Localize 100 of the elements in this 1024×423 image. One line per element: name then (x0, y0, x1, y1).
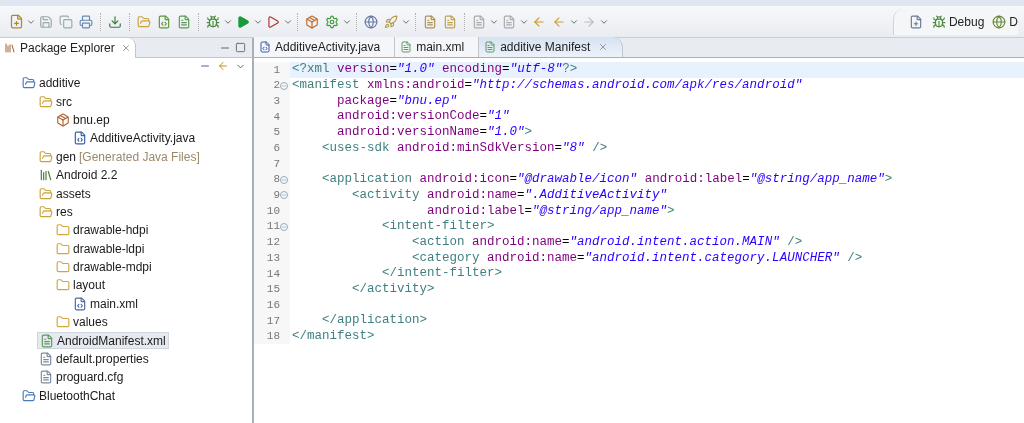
tree-item-decoration: [Generated Java Files] (79, 148, 200, 166)
perspective-button[interactable]: Debug (931, 12, 985, 31)
tree-item-label: values (73, 314, 108, 332)
tree-item-label: AndroidManifest.xml (57, 332, 166, 350)
tree-item[interactable]: AndroidManifest.xml (37, 332, 169, 350)
tree-item[interactable]: res (37, 203, 75, 221)
code-line: <application android:icon="@drawable/icon" android:label="@string/app_name"> (321, 172, 893, 188)
folder-icon (56, 260, 70, 275)
tree-item-label: drawable-hdpi (73, 222, 149, 240)
tree-item-label: src (56, 93, 72, 111)
tree-item[interactable]: layout (54, 277, 108, 294)
code-line: </activity> (351, 281, 435, 297)
tree-item[interactable]: BluetoothChat (20, 387, 118, 405)
tree-item-label: additive (39, 75, 81, 93)
code-line: android:versionName="1.0"> (336, 125, 533, 141)
editor-tab[interactable]: additive Manifest (479, 37, 624, 57)
tree-item[interactable]: bnu.ep (54, 111, 112, 129)
tree-item-label: AdditiveActivity.java (90, 130, 196, 148)
folder-icon (56, 315, 70, 330)
tree-item-label: proguard.cfg (56, 369, 124, 387)
line-number: 12 (266, 235, 280, 251)
tree-item-label: layout (73, 277, 106, 295)
line-number: 6 (273, 141, 280, 157)
code-line: </manifest> (291, 329, 375, 345)
view-tab-label: Package Explorer (20, 39, 115, 57)
code-line: <action android:name="android.intent.action.MAIN" /> (411, 234, 803, 250)
line-number: 8 (273, 172, 280, 188)
line-number: 17 (266, 313, 280, 329)
folder-icon (39, 149, 53, 164)
folder-icon (56, 223, 70, 238)
tree-item-label: gen (56, 148, 77, 166)
code-line: <category android:name="android.intent.category.LAUNCHER" /> (411, 250, 863, 266)
tree-item-label: main.xml (90, 295, 138, 313)
line-number: 2 (273, 78, 280, 94)
folder-icon (39, 186, 53, 201)
globe-icon (992, 14, 1007, 29)
line-number: 14 (266, 266, 280, 282)
code-line: <?xml version="1.0" encoding="utf-8"?> (291, 62, 578, 78)
tree-item[interactable]: default.properties (37, 350, 151, 368)
tree-item[interactable]: drawable-mdpi (54, 258, 154, 276)
code-line: <activity android:name=".AdditiveActivity" (351, 187, 668, 203)
file-icon (484, 41, 497, 53)
code-line: </intent-filter> (381, 266, 503, 282)
code-line: <uses-sdk android:minSdkVersion="8" /> (321, 140, 608, 156)
code-line: android:label="@string/app_name"> (426, 203, 675, 219)
code-line: </application> (321, 313, 428, 329)
tree-item-label: BluetoothChat (39, 387, 116, 405)
editor-tab-label: main.xml (416, 39, 465, 56)
file-icon (39, 352, 53, 367)
tree-item[interactable]: assets (37, 185, 93, 203)
line-number: 9 (273, 188, 280, 204)
line-number: 5 (273, 125, 280, 141)
code-line: <intent-filter> (381, 219, 495, 235)
maximize-icon[interactable] (235, 42, 246, 53)
code-line: <manifest xmlns:android="http://schemas.android.com/apk/res/android" (291, 78, 803, 94)
tree-item[interactable]: values (54, 313, 110, 331)
editor-tab[interactable]: AdditiveActivity.java (254, 37, 396, 57)
view-tab[interactable]: Package Explorer (0, 37, 136, 58)
line-number: 15 (266, 282, 280, 298)
file-icon (39, 370, 53, 385)
perspective-button[interactable]: D (992, 12, 1018, 31)
tree-item[interactable]: drawable-ldpi (54, 240, 147, 258)
tree-item-label: default.properties (56, 351, 149, 369)
file-icon (40, 333, 54, 348)
tree-item[interactable]: additive (20, 74, 83, 92)
line-number: 10 (266, 203, 280, 219)
package-icon (56, 112, 70, 127)
line-number: 1 (273, 62, 280, 78)
xml-file-icon (73, 296, 87, 311)
line-number: 11 (266, 219, 280, 235)
tree-item-label: drawable-mdpi (73, 259, 152, 277)
project-folder-icon (22, 388, 36, 403)
code-line: android:versionCode="1" (336, 109, 510, 125)
line-number: 4 (273, 109, 280, 125)
line-number: 3 (273, 93, 280, 109)
tree-item-label: drawable-ldpi (73, 240, 145, 258)
tree-item-label: res (56, 203, 73, 221)
tree-item[interactable]: src (37, 93, 74, 111)
tree-item-label: Android 2.2 (56, 167, 118, 185)
line-number: 16 (266, 297, 280, 313)
tree-item[interactable]: gen [Generated Java Files] (37, 148, 202, 166)
folder-icon (56, 278, 70, 293)
folder-icon (39, 204, 53, 219)
library-icon (39, 168, 53, 183)
folder-icon (39, 94, 53, 109)
java-file-icon (259, 41, 271, 53)
project-folder-icon (22, 76, 36, 91)
code-line: package="bnu.ep" (336, 93, 458, 109)
close-icon[interactable] (598, 42, 609, 52)
tree-item-label: assets (56, 185, 91, 203)
line-number: 18 (266, 329, 280, 345)
tree-item[interactable]: Android 2.2 (37, 166, 120, 184)
tree-item[interactable]: drawable-hdpi (54, 221, 151, 239)
close-icon[interactable] (120, 42, 131, 53)
tree-item[interactable]: AdditiveActivity.java (71, 129, 198, 147)
bug-icon (931, 14, 946, 29)
editor-tab[interactable]: main.xml (395, 37, 480, 57)
java-file-icon (73, 131, 87, 146)
tree-item[interactable]: main.xml (71, 295, 140, 313)
tree-item[interactable]: proguard.cfg (37, 368, 126, 386)
